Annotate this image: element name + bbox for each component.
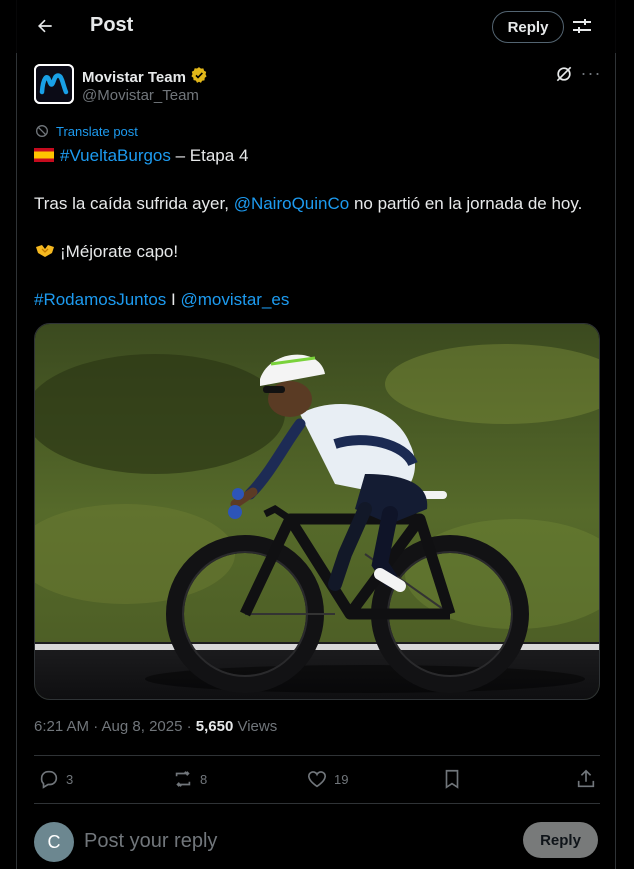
page-title: Post [90, 14, 134, 36]
hashtag-rodamosjuntos[interactable]: #RodamosJuntos [34, 290, 166, 309]
back-arrow-icon[interactable] [32, 13, 58, 39]
heart-hands-icon [36, 245, 54, 257]
reply-bubble-icon [40, 770, 58, 789]
share-action[interactable] [575, 768, 597, 790]
sliders-icon[interactable] [570, 14, 594, 38]
author-handle[interactable]: @Movistar_Team [82, 87, 199, 104]
tweet-line-3-text: ¡Méjorate capo! [60, 242, 179, 261]
bookmark-action[interactable] [441, 768, 463, 790]
tweet-line-4-sep: I [166, 290, 181, 309]
tweet-line-2-post: no partió en la jornada de hoy. [349, 194, 583, 213]
divider-top [34, 755, 600, 756]
tweet-photo[interactable] [34, 323, 600, 700]
mention-nairoquinco[interactable]: @NairoQuinCo [234, 194, 350, 213]
post-metadata: 6:21 AM · Aug 8, 2025 · 5,650 Views [34, 718, 277, 735]
tweet-line-2: Tras la caída sufrida ayer, @NairoQuinCo… [34, 193, 582, 215]
tweet-line-3: ¡Méjorate capo! [34, 241, 178, 263]
repost-count: 8 [200, 771, 208, 787]
share-icon [577, 769, 595, 788]
divider-bottom [34, 803, 600, 804]
mention-movistar-es[interactable]: @movistar_es [180, 290, 289, 309]
verified-badge-icon [190, 66, 208, 88]
bookmark-icon [445, 769, 459, 789]
repost-icon [175, 771, 191, 787]
spain-flag-icon [34, 148, 54, 162]
translate-post-link[interactable]: Translate post [34, 123, 138, 139]
user-avatar[interactable]: C [34, 822, 74, 862]
reply-button-top[interactable]: Reply [492, 11, 564, 43]
movistar-logo-icon [34, 64, 74, 104]
repost-action[interactable]: 8 [172, 768, 207, 790]
globe-icon [36, 125, 48, 137]
tweet-line-1: #VueltaBurgos – Etapa 4 [34, 145, 248, 167]
grok-icon[interactable] [554, 64, 576, 86]
like-count: 19 [334, 771, 349, 787]
avatar[interactable] [34, 64, 74, 104]
more-options-icon[interactable]: ··· [580, 64, 602, 86]
tweet-line-1-rest: – Etapa 4 [170, 146, 249, 165]
like-action[interactable]: 19 [306, 768, 348, 790]
heart-icon [307, 771, 327, 788]
author-name[interactable]: Movistar Team [82, 66, 208, 88]
reply-action[interactable]: 3 [38, 768, 73, 790]
post-timestamp[interactable]: 6:21 AM · Aug 8, 2025 · [34, 718, 196, 735]
reply-count: 3 [66, 771, 74, 787]
cyclist-photo [35, 324, 599, 699]
tweet-line-4: #RodamosJuntos I @movistar_es [34, 289, 289, 311]
views-count: 5,650 [195, 718, 234, 735]
reply-input[interactable] [84, 826, 504, 856]
tweet-line-2-pre: Tras la caída sufrida ayer, [34, 194, 234, 213]
views-label: Views [233, 718, 278, 735]
top-bar: Post Reply [0, 0, 634, 53]
reply-submit-button[interactable]: Reply [523, 822, 598, 858]
translate-label[interactable]: Translate post [56, 124, 138, 139]
hashtag-vueltaburgos[interactable]: #VueltaBurgos [60, 146, 171, 165]
author-name-text[interactable]: Movistar Team [82, 69, 186, 86]
